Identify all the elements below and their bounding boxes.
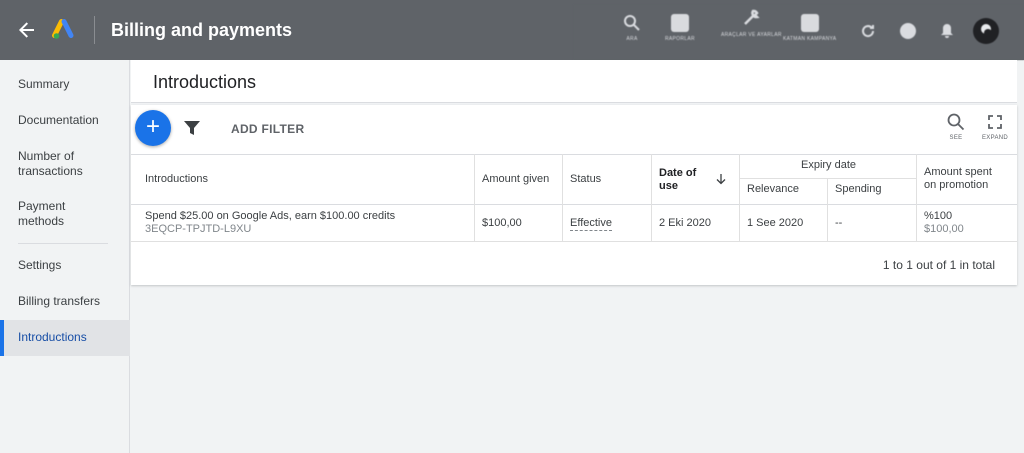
sort-descending-icon[interactable] bbox=[715, 173, 727, 185]
introductions-card: + ADD FILTER SEE EXPAND Introductions Am… bbox=[131, 105, 1017, 285]
bell-icon bbox=[941, 24, 953, 38]
campaigns-icon bbox=[800, 14, 819, 32]
refresh-icon bbox=[862, 25, 875, 38]
row-date-of-use: 2 Eki 2020 bbox=[659, 217, 711, 229]
add-filter-button[interactable]: ADD FILTER bbox=[231, 122, 304, 136]
reports-icon bbox=[670, 14, 689, 32]
sidebar-item-summary[interactable]: Summary bbox=[0, 77, 130, 92]
header-relevance[interactable]: Relevance bbox=[747, 183, 799, 196]
header-amount-spent-line2: on promotion bbox=[924, 179, 989, 191]
main-title-bar: Introductions bbox=[131, 60, 1017, 103]
section-title: Introductions bbox=[153, 72, 257, 92]
row-promotion-code: 3EQCP-TPJTD-L9XU bbox=[145, 223, 252, 235]
see-button[interactable]: SEE bbox=[947, 113, 965, 141]
header-expiry-date: Expiry date bbox=[801, 159, 857, 171]
page-title: Billing and payments bbox=[111, 19, 293, 40]
sidebar-item-settings[interactable]: Settings bbox=[0, 258, 130, 273]
tools-settings[interactable]: ARAÇLAR VE AYARLAR bbox=[721, 8, 782, 38]
sidebar-item-number-of-transactions[interactable]: Number of transactions bbox=[0, 149, 110, 179]
col-divider bbox=[739, 154, 740, 241]
sidebar-divider bbox=[18, 243, 108, 244]
help-button[interactable] bbox=[899, 22, 917, 40]
header-status[interactable]: Status bbox=[570, 173, 601, 186]
row-amount-given: $100,00 bbox=[482, 217, 522, 229]
search-icon bbox=[624, 15, 640, 31]
reports-tool[interactable]: RAPORLAR bbox=[665, 14, 695, 42]
account-avatar[interactable] bbox=[973, 18, 999, 44]
fullscreen-icon bbox=[988, 115, 1002, 129]
col-divider bbox=[651, 154, 652, 241]
search-tool[interactable]: ARA bbox=[623, 14, 641, 42]
header-date-of-use-line1: Date of bbox=[659, 167, 697, 179]
col-divider bbox=[827, 178, 828, 241]
col-divider bbox=[562, 154, 563, 241]
campaigns-tool[interactable]: KATMAN KAMPANYA bbox=[783, 14, 836, 42]
col-divider bbox=[916, 154, 917, 241]
avatar-icon bbox=[973, 18, 999, 44]
header-divider bbox=[94, 16, 95, 44]
top-app-bar: Billing and payments ARA RAPORLAR ARAÇLA… bbox=[0, 0, 1024, 60]
row-amount-spent-value: $100,00 bbox=[924, 223, 964, 235]
search-icon bbox=[947, 113, 965, 131]
row-status[interactable]: Effective bbox=[570, 217, 612, 231]
table-top-border bbox=[131, 154, 1017, 155]
google-ads-logo-icon bbox=[52, 18, 76, 42]
sidebar-item-introductions[interactable]: Introductions bbox=[0, 320, 130, 356]
back-arrow-icon[interactable] bbox=[14, 17, 40, 43]
header-amount-spent[interactable]: Amount spent on promotion bbox=[924, 166, 992, 192]
header-date-of-use-line2: use bbox=[659, 180, 678, 192]
header-spending[interactable]: Spending bbox=[835, 183, 882, 196]
col-divider bbox=[474, 154, 475, 241]
sidebar-nav: Summary Documentation Number of transact… bbox=[0, 60, 130, 453]
header-introductions[interactable]: Introductions bbox=[145, 173, 208, 186]
pagination-summary: 1 to 1 out of 1 in total bbox=[882, 258, 995, 272]
add-button[interactable]: + bbox=[135, 110, 171, 146]
sidebar-item-payment-methods[interactable]: Payment methods bbox=[0, 199, 90, 229]
header-bottom-border bbox=[131, 204, 1017, 205]
header-tools: ARA RAPORLAR ARAÇLAR VE AYARLAR KATMAN K… bbox=[573, 4, 1024, 60]
row-relevance: 1 See 2020 bbox=[747, 217, 804, 229]
row-spending: -- bbox=[835, 217, 843, 229]
notifications-button[interactable] bbox=[940, 23, 954, 39]
refresh-button[interactable] bbox=[860, 23, 876, 39]
wrench-icon bbox=[744, 9, 761, 25]
header-amount-given[interactable]: Amount given bbox=[482, 173, 549, 186]
sidebar-item-documentation[interactable]: Documentation bbox=[0, 113, 130, 128]
row-bottom-border bbox=[131, 241, 1017, 242]
header-amount-spent-line1: Amount spent bbox=[924, 166, 992, 178]
row-amount-spent-pct: %100 bbox=[924, 210, 953, 222]
sidebar-item-billing-transfers[interactable]: Billing transfers bbox=[0, 294, 130, 309]
expand-button[interactable]: EXPAND bbox=[982, 113, 1008, 141]
help-icon bbox=[900, 23, 916, 39]
filter-icon[interactable] bbox=[183, 120, 201, 136]
header-date-of-use[interactable]: Date of use bbox=[659, 167, 696, 193]
row-promotion-title: Spend $25.00 on Google Ads, earn $100.00… bbox=[145, 210, 396, 222]
